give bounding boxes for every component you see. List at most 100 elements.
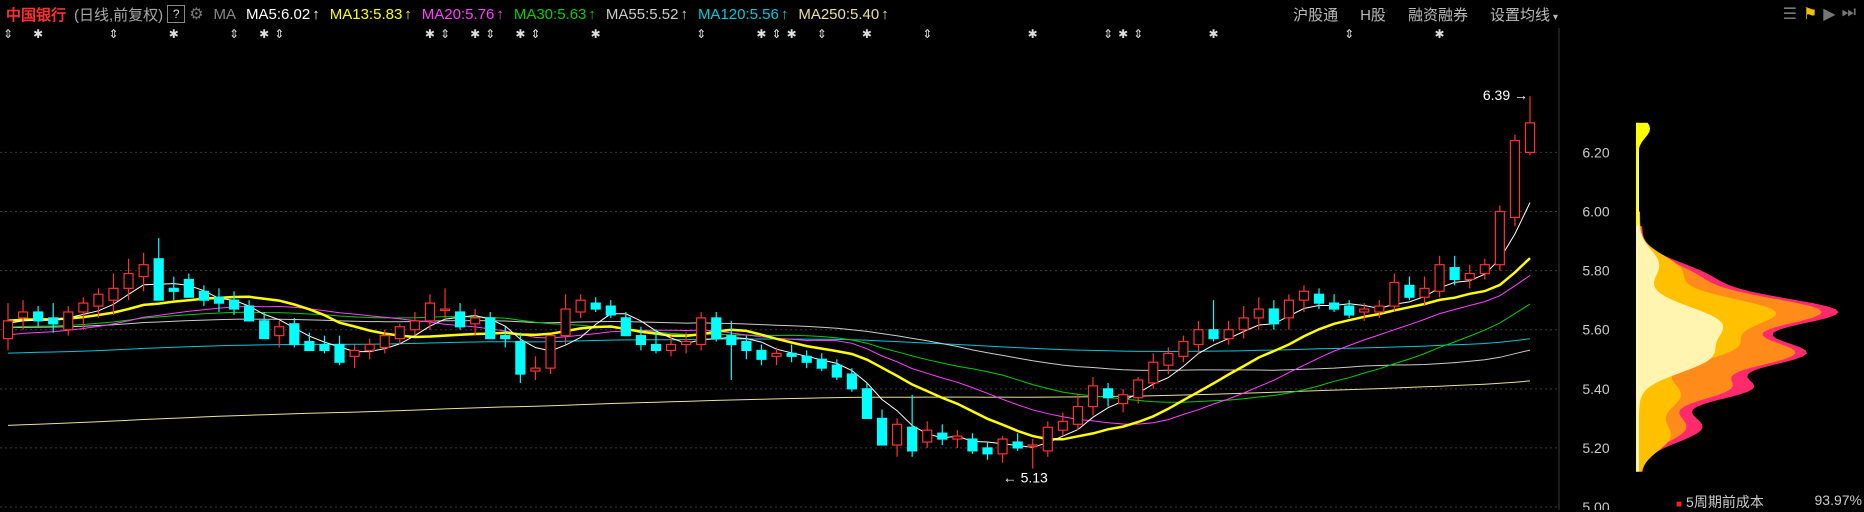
- flag-icon[interactable]: ⚑: [1803, 4, 1817, 24]
- link-hk-connect[interactable]: 沪股通: [1293, 4, 1338, 25]
- candle-down: [846, 373, 857, 390]
- event-marker-icon: ⇕: [1133, 27, 1143, 41]
- candle-up: [1072, 405, 1084, 425]
- ma-legend-item[interactable]: MA5:6.02 ↑: [246, 6, 320, 23]
- low-price-label: ← 5.13: [1003, 470, 1048, 486]
- candle-down: [244, 305, 255, 322]
- candlesticks: [2, 96, 1536, 469]
- next-icon[interactable]: ⏭: [1842, 4, 1856, 24]
- event-marker-icon: ⇕: [440, 27, 450, 41]
- price-tick-label: 5.20: [1582, 440, 1609, 456]
- ma-legend-item[interactable]: MA55:5.52 ↑: [606, 6, 688, 23]
- candle-down: [967, 438, 978, 452]
- candle-up: [1193, 329, 1204, 346]
- candle-down: [590, 302, 601, 310]
- help-icon[interactable]: ?: [167, 5, 186, 23]
- candle-down: [1208, 329, 1219, 340]
- candle-down: [876, 417, 888, 446]
- price-tick-label: 6.00: [1582, 204, 1609, 220]
- stock-name[interactable]: 中国银行: [6, 4, 66, 25]
- ma-legend-item[interactable]: MA250:5.40 ↑: [798, 6, 888, 23]
- candle-down: [304, 340, 315, 352]
- event-marker-icon: ✱: [470, 27, 480, 41]
- ma-settings-label: 设置均线: [1489, 6, 1550, 24]
- period-label[interactable]: (日线,前复权): [74, 4, 163, 25]
- event-marker-icon: ⇕: [229, 27, 239, 41]
- candle-up: [2, 320, 14, 340]
- event-marker-icon: ✱: [1435, 27, 1445, 41]
- candle-down: [937, 432, 948, 440]
- candle-up: [1087, 385, 1099, 408]
- play-icon[interactable]: ▶: [1823, 4, 1835, 24]
- price-axis-ticks: 6.20 6.00 5.80 5.60 5.40 5.20 5.00: [1582, 144, 1609, 510]
- candle-down: [1404, 284, 1415, 298]
- candle-up: [922, 429, 933, 443]
- candle-down: [741, 340, 752, 352]
- candle-down: [1449, 267, 1460, 281]
- arrow-up-icon: ↑: [404, 5, 412, 23]
- candle-down: [982, 447, 993, 455]
- candle-down: [334, 343, 345, 363]
- candle-down: [259, 320, 270, 340]
- candle-up: [439, 308, 451, 312]
- event-marker-icon: ⇕: [817, 27, 827, 41]
- candle-up: [696, 317, 707, 346]
- candle-up: [1419, 287, 1430, 298]
- candle-up: [1238, 317, 1249, 331]
- cost-value: 93.97%: [1814, 492, 1862, 508]
- candle-up: [771, 352, 782, 357]
- arrow-up-icon: ↑: [588, 5, 596, 23]
- candle-down: [33, 311, 44, 322]
- candle-down: [1328, 302, 1340, 310]
- arrow-up-icon: ↑: [312, 5, 320, 23]
- candle-up: [349, 349, 360, 357]
- settings-icon[interactable]: ⚙: [189, 4, 203, 24]
- candle-down: [1268, 308, 1279, 325]
- candle-up: [1223, 329, 1234, 340]
- candle-up: [1524, 122, 1536, 153]
- link-h-share[interactable]: H股: [1360, 4, 1386, 25]
- candle-up: [17, 311, 29, 319]
- ma-line: [7, 380, 1531, 426]
- candle-up: [108, 287, 119, 301]
- candle-up: [891, 423, 903, 446]
- bars-icon[interactable]: ☰: [1783, 4, 1797, 24]
- event-marker-icon: ✱: [515, 27, 525, 41]
- candle-up: [1253, 308, 1264, 319]
- candle-up: [530, 367, 541, 372]
- candle-down: [1102, 388, 1114, 399]
- event-marker-icon: ✱: [1118, 27, 1128, 41]
- candle-up: [1359, 308, 1370, 313]
- ma-label[interactable]: MA: [214, 6, 237, 23]
- event-marker-icon: ✱: [259, 27, 269, 41]
- candle-up: [575, 299, 586, 313]
- kline-chart[interactable]: ⇕ ✱ ⇕ ✱ ⇕ ✱ ⇕ ✱ ⇕ ✱ ⇕ ✱ ⇕ ✱ ⇕ ✱ ⇕ ✱ ⇕ ✱ ⇕ ✱ ⇕ ✱ ⇕ ✱ ⇕ ✱ 6.20 6.00 5.8…: [0, 0, 1864, 510]
- candle-up: [1298, 290, 1310, 301]
- ma-legend-item[interactable]: MA20:5.76 ↑: [422, 6, 504, 23]
- candle-down: [213, 296, 225, 304]
- candle-up: [138, 264, 149, 278]
- link-margin[interactable]: 融资融券: [1408, 4, 1468, 25]
- ma-line: [7, 257, 1531, 441]
- high-price-label: 6.39 →: [1483, 87, 1528, 103]
- ma-legend-item[interactable]: MA30:5.63 ↑: [514, 6, 596, 23]
- event-marker-icon: ⇕: [485, 27, 495, 41]
- candle-up: [560, 308, 571, 337]
- ma-legend-item[interactable]: MA13:5.83 ↑: [330, 6, 412, 23]
- link-ma-settings[interactable]: 设置均线 ▾: [1490, 4, 1558, 25]
- price-tick-label: 5.40: [1582, 381, 1609, 397]
- candle-up: [1509, 139, 1521, 219]
- candle-down: [485, 317, 496, 340]
- candle-up: [1479, 264, 1490, 275]
- arrow-up-icon: ↑: [780, 5, 789, 23]
- event-marker-icon: ⇕: [3, 27, 13, 41]
- candle-down: [861, 388, 873, 419]
- candle-down: [650, 343, 662, 352]
- header-links: 沪股通 H股 融资融券 设置均线 ▾: [1271, 0, 1558, 28]
- candle-down: [620, 317, 631, 337]
- event-marker-icon: ✱: [862, 27, 872, 41]
- ma-legend-item[interactable]: MA120:5.56 ↑: [698, 6, 788, 23]
- red-dot-icon: ■: [1676, 499, 1683, 510]
- moving-average-lines: [7, 202, 1531, 448]
- ma-legend: MA5:6.02 ↑ MA13:5.83 ↑ MA20:5.76 ↑ MA30:5.63 ↑ M…: [236, 6, 889, 23]
